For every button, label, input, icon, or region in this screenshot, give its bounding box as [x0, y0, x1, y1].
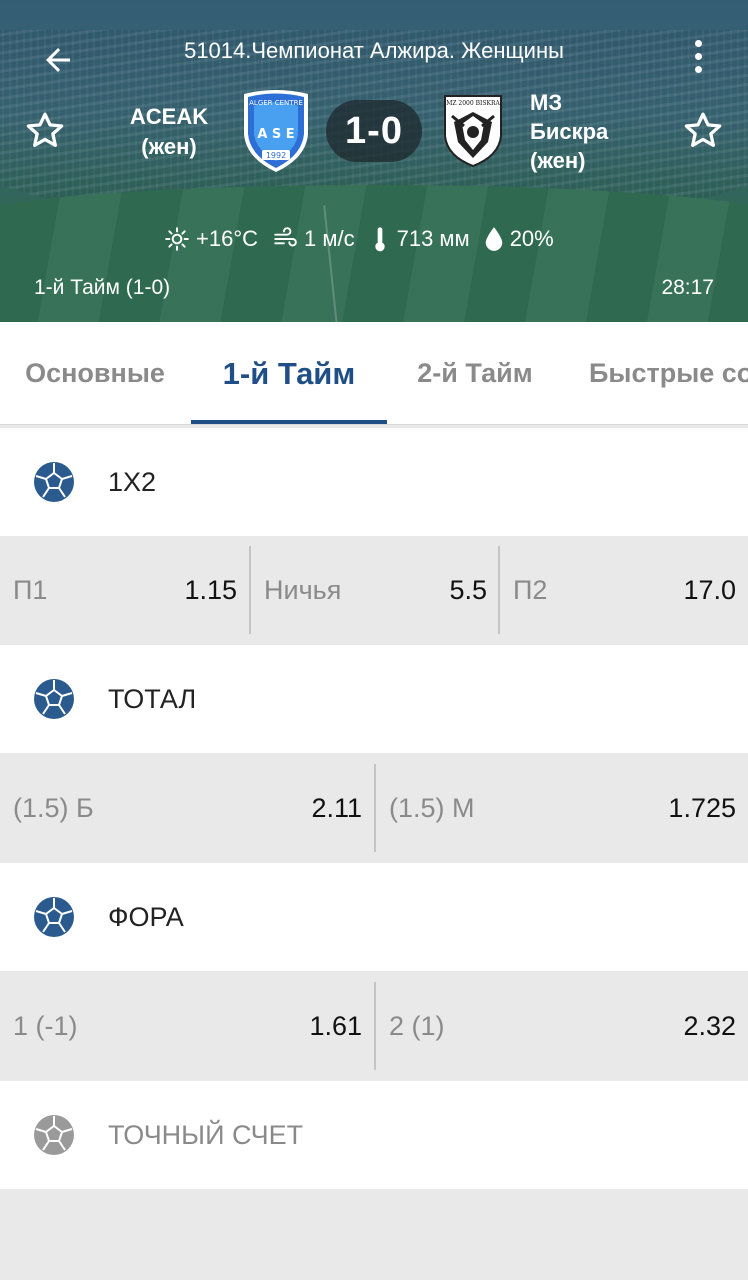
weather-humidity: 20%: [484, 226, 554, 252]
team2-name: МЗ Бискра (жен): [530, 88, 660, 175]
team1-logo-year: 1992: [266, 151, 286, 160]
tab-main[interactable]: Основные: [0, 322, 190, 424]
star-outline-icon: [26, 112, 64, 148]
team2-name-line3: (жен): [530, 148, 586, 173]
team2-logo-text: MZ 2000 BISKRA: [446, 100, 500, 107]
market-title: ТОЧНЫЙ СЧЕТ: [108, 1119, 304, 1150]
sun-icon: [165, 227, 189, 251]
odds-value: 2.11: [311, 792, 362, 823]
market-header-1x2[interactable]: 1X2: [0, 428, 748, 536]
odds-value: 2.32: [683, 1010, 736, 1041]
weather-wind: 1 м/с: [272, 226, 355, 252]
temperature-value: +16°C: [196, 226, 259, 251]
back-button[interactable]: [34, 36, 82, 84]
more-vert-icon: [694, 39, 702, 47]
odds-cell-draw[interactable]: Ничья 5.5: [251, 536, 499, 644]
match-header: 51014.Чемпионат Алжира. Женщины ACEAK (ж…: [0, 0, 748, 322]
odds-row-1x2: П1 1.15 Ничья 5.5 П2 17.0: [0, 536, 748, 644]
team2-name-line2: Бискра: [530, 119, 609, 144]
odds-value: 17.0: [683, 574, 736, 605]
odds-value: 5.5: [449, 574, 487, 605]
odds-name: П1: [13, 574, 48, 605]
soccer-ball-icon: [34, 679, 74, 719]
star-outline-icon: [684, 112, 722, 148]
odds-cell-p1[interactable]: П1 1.15: [0, 536, 249, 644]
wind-value: 1 м/с: [304, 226, 355, 251]
odds-name: (1.5) М: [389, 792, 475, 823]
menu-dot: [694, 52, 702, 60]
weather-bar: +16°C 1 м/с 713 мм 20%: [164, 222, 560, 256]
match-clock: 28:17: [661, 276, 714, 299]
market-title: ФОРА: [108, 901, 184, 932]
odds-cell-p2[interactable]: П2 17.0: [500, 536, 748, 644]
tab-first-half[interactable]: 1-й Тайм: [191, 322, 387, 424]
odds-name: (1.5) Б: [13, 792, 94, 823]
top-bar: 51014.Чемпионат Алжира. Женщины: [0, 28, 748, 78]
empty-area: [0, 1190, 748, 1280]
odds-cell-handicap2[interactable]: 2 (1) 2.32: [376, 972, 748, 1080]
odds-name: П2: [513, 574, 548, 605]
market-header-exact-score[interactable]: ТОЧНЫЙ СЧЕТ: [0, 1081, 748, 1189]
weather-pressure: 713 мм: [369, 225, 470, 253]
shield-logo-icon: MZ 2000 BISKRA: [444, 95, 502, 168]
pressure-value: 713 мм: [396, 226, 470, 251]
arrow-left-icon: [46, 48, 70, 72]
thermometer-icon: [374, 227, 385, 252]
humidity-value: 20%: [509, 226, 554, 251]
odds-name: Ничья: [264, 574, 342, 605]
team2-logo: MZ 2000 BISKRA: [442, 92, 504, 168]
soccer-ball-icon: [34, 1115, 74, 1155]
championship-title: 51014.Чемпионат Алжира. Женщины: [184, 38, 564, 63]
odds-cell-handicap1[interactable]: 1 (-1) 1.61: [0, 972, 374, 1080]
odds-row-handicap: 1 (-1) 1.61 2 (1) 2.32: [0, 972, 748, 1080]
tab-quick-events[interactable]: Быстрые со: [589, 322, 748, 424]
more-menu-button[interactable]: [676, 34, 720, 78]
favorite-team1-button[interactable]: [22, 108, 68, 154]
soccer-ball-icon: [34, 462, 74, 502]
menu-dot: [694, 65, 702, 73]
odds-value: 1.725: [668, 792, 736, 823]
odds-value: 1.61: [309, 1010, 362, 1041]
team1-name-line2: (жен): [141, 134, 197, 159]
market-header-total[interactable]: ТОТАЛ: [0, 645, 748, 753]
match-period: 1-й Тайм (1-0): [34, 276, 171, 299]
soccer-ball-icon: [34, 897, 74, 937]
odds-name: 2 (1): [389, 1010, 445, 1041]
shield-logo-icon: ALGER CENTRE A S E 1992: [244, 90, 308, 172]
match-score: 1-0: [326, 100, 422, 162]
team1-name-line1: ACEAK: [129, 104, 209, 129]
period-tabs: Основные 1-й Тайм 2-й Тайм Быстрые со: [0, 322, 748, 425]
favorite-team2-button[interactable]: [680, 108, 726, 154]
odds-cell-under[interactable]: (1.5) М 1.725: [376, 754, 748, 862]
team1-logo-letters: A S E: [257, 127, 294, 142]
tab-second-half[interactable]: 2-й Тайм: [390, 322, 560, 424]
market-title: 1X2: [108, 466, 157, 497]
team1-logo: ALGER CENTRE A S E 1992: [240, 88, 312, 174]
weather-temperature: +16°C: [164, 226, 258, 252]
drop-icon: [485, 227, 502, 251]
market-header-handicap[interactable]: ФОРА: [0, 863, 748, 971]
team1-name: ACEAK (жен): [120, 102, 218, 162]
team2-name-line1: МЗ: [530, 90, 563, 115]
active-tab-indicator: [191, 420, 387, 424]
team1-logo-text: ALGER CENTRE: [249, 99, 303, 107]
wind-icon: [274, 227, 297, 247]
market-title: ТОТАЛ: [108, 683, 197, 714]
odds-row-total: (1.5) Б 2.11 (1.5) М 1.725: [0, 754, 748, 862]
odds-name: 1 (-1): [13, 1010, 78, 1041]
odds-value: 1.15: [184, 574, 237, 605]
odds-cell-over[interactable]: (1.5) Б 2.11: [0, 754, 374, 862]
